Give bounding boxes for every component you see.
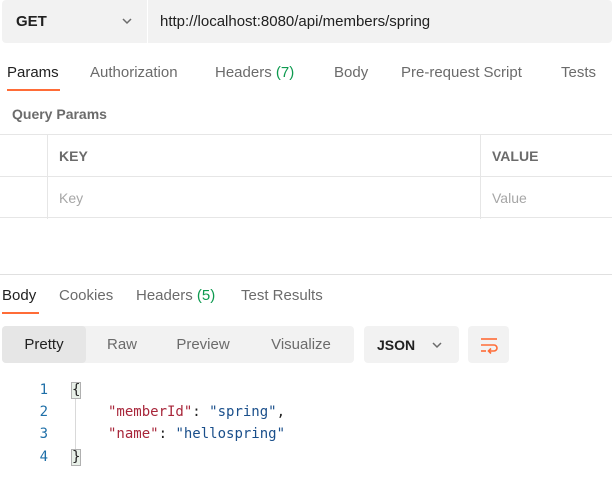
format-label: JSON [377, 336, 416, 353]
code-line: { [70, 382, 82, 399]
response-tab-body[interactable]: Body [2, 287, 36, 304]
params-table: KEY VALUE Key Value [0, 134, 612, 219]
tab-label: Params [7, 64, 59, 81]
view-mode-raw[interactable]: Raw [86, 326, 158, 363]
line-number: 2 [39, 404, 48, 420]
code-line: "memberId": "spring", [108, 404, 286, 420]
chevron-down-icon [432, 342, 442, 349]
request-tabs: Params Authorization Headers (7) Body Pr… [0, 56, 612, 94]
method-select[interactable]: GET [2, 0, 148, 43]
code-line: "name": "hellospring" [108, 426, 286, 442]
view-mode-visualize[interactable]: Visualize [248, 326, 354, 363]
view-mode-pretty[interactable]: Pretty [2, 326, 86, 363]
wrap-lines-icon [480, 337, 498, 354]
format-select[interactable]: JSON [364, 326, 459, 363]
json-key: "memberId" [108, 404, 193, 420]
headers-count: (7) [275, 64, 295, 81]
table-row: Key Value [0, 177, 612, 219]
url-input[interactable]: http://localhost:8080/api/members/spring [160, 0, 430, 43]
tab-label: Headers [136, 287, 193, 304]
tab-label: Body [2, 287, 37, 304]
tab-label: Tests [561, 64, 597, 81]
tab-tests[interactable]: Tests [561, 64, 596, 81]
query-params-title: Query Params [12, 106, 107, 122]
key-input[interactable]: Key [59, 177, 479, 219]
tab-label: Body [334, 64, 369, 81]
tab-pre-request-script[interactable]: Pre-request Script [401, 64, 522, 81]
column-header-value: VALUE [492, 148, 539, 164]
tab-label: Pre-request Script [401, 64, 522, 81]
tab-label: Test Results [241, 287, 323, 304]
active-tab-indicator [7, 89, 60, 91]
line-number: 4 [39, 449, 48, 465]
tab-headers[interactable]: Headers (7) [215, 64, 294, 81]
chevron-down-icon [122, 18, 132, 25]
tab-label: Headers [215, 64, 272, 81]
code-line: } [70, 449, 82, 466]
view-mode-preview[interactable]: Preview [158, 326, 248, 363]
request-bar: GET http://localhost:8080/api/members/sp… [2, 0, 612, 43]
close-brace: } [70, 449, 82, 466]
pane-divider[interactable] [0, 274, 612, 275]
column-header-key: KEY [59, 148, 88, 164]
table-header-row: KEY VALUE [0, 135, 612, 177]
tab-label: Cookies [59, 287, 114, 304]
tab-authorization[interactable]: Authorization [90, 64, 178, 81]
method-label: GET [16, 13, 47, 30]
tab-label: Authorization [90, 64, 178, 81]
open-brace: { [70, 382, 82, 399]
line-number: 1 [39, 382, 48, 398]
response-body-viewer[interactable]: 1 2 3 4 { "memberId": "spring", "name": … [0, 378, 612, 478]
response-tab-test-results[interactable]: Test Results [241, 287, 323, 304]
tab-params[interactable]: Params [7, 64, 59, 81]
line-number: 3 [39, 426, 48, 442]
json-key: "name" [108, 426, 159, 442]
indent-guide [75, 398, 76, 456]
active-response-tab-indicator [2, 312, 39, 314]
tab-body[interactable]: Body [334, 64, 368, 81]
response-tab-cookies[interactable]: Cookies [59, 287, 113, 304]
column-divider [480, 135, 481, 219]
json-comma: , [276, 404, 286, 420]
column-divider [47, 135, 48, 219]
json-value: "spring" [209, 404, 277, 420]
view-mode-selector: Pretty Raw Preview Visualize [2, 326, 354, 363]
value-input[interactable]: Value [492, 177, 610, 219]
response-tab-headers[interactable]: Headers (5) [136, 287, 215, 304]
response-headers-count: (5) [196, 287, 216, 304]
json-value: "hellospring" [175, 426, 286, 442]
wrap-lines-button[interactable] [468, 326, 509, 363]
